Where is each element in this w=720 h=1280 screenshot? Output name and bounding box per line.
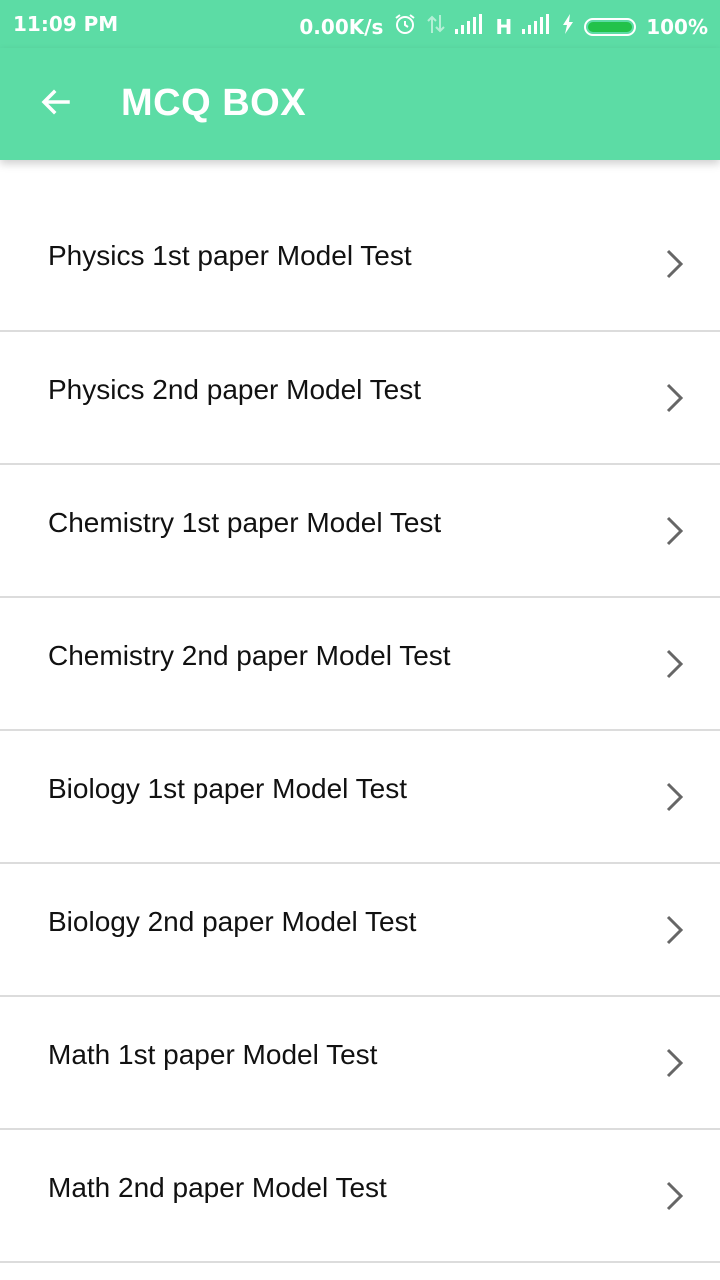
battery-level (588, 21, 633, 32)
status-time: 11:09 PM (13, 12, 119, 36)
chevron-right-icon (664, 515, 684, 552)
network-speed: 0.00K/s (299, 14, 384, 39)
data-transfer-icon (427, 13, 446, 40)
list-item[interactable]: Physics 2nd paper Model Test (0, 332, 720, 465)
chevron-right-icon (664, 1047, 684, 1084)
list-item-label: Chemistry 2nd paper Model Test (48, 640, 451, 671)
list-item-label: Physics 1st paper Model Test (48, 240, 412, 271)
status-icons: 0.00K/s H 100% (299, 12, 708, 41)
list-item-label: Biology 1st paper Model Test (48, 773, 408, 804)
list-item[interactable]: Chemistry 2nd paper Model Test (0, 598, 720, 731)
app-bar: MCQ BOX (0, 48, 720, 160)
chevron-right-icon (664, 914, 684, 951)
list-item[interactable]: Biology 2nd paper Model Test (0, 864, 720, 997)
chevron-right-icon (664, 781, 684, 818)
list-item-label: Physics 2nd paper Model Test (48, 374, 422, 405)
page-title: MCQ BOX (121, 82, 307, 124)
list-item[interactable]: Physics 1st paper Model Test (0, 198, 720, 332)
arrow-left-icon (38, 84, 74, 125)
list-item[interactable]: Math 2nd paper Model Test (0, 1130, 720, 1263)
signal-icon (522, 14, 552, 39)
list-item[interactable]: Biology 1st paper Model Test (0, 731, 720, 864)
chevron-right-icon (664, 1180, 684, 1217)
list-item-label: Math 2nd paper Model Test (48, 1172, 387, 1203)
list-item-label: Biology 2nd paper Model Test (48, 906, 417, 937)
battery-percent: 100% (646, 14, 708, 39)
model-test-list: Physics 1st paper Model Test Physics 2nd … (0, 198, 720, 1263)
chevron-right-icon (664, 382, 684, 419)
chevron-right-icon (664, 648, 684, 685)
signal-icon (455, 14, 485, 39)
battery-icon (584, 17, 637, 36)
network-type: H (495, 14, 513, 39)
back-button[interactable] (28, 76, 84, 132)
list-item[interactable]: Math 1st paper Model Test (0, 997, 720, 1130)
list-item-label: Chemistry 1st paper Model Test (48, 507, 442, 538)
alarm-icon (393, 12, 417, 41)
chevron-right-icon (664, 248, 684, 285)
charging-icon (562, 14, 574, 39)
list-item[interactable]: Chemistry 1st paper Model Test (0, 465, 720, 598)
status-bar: 11:09 PM 0.00K/s H 100% (0, 0, 720, 48)
list-item-label: Math 1st paper Model Test (48, 1039, 378, 1070)
